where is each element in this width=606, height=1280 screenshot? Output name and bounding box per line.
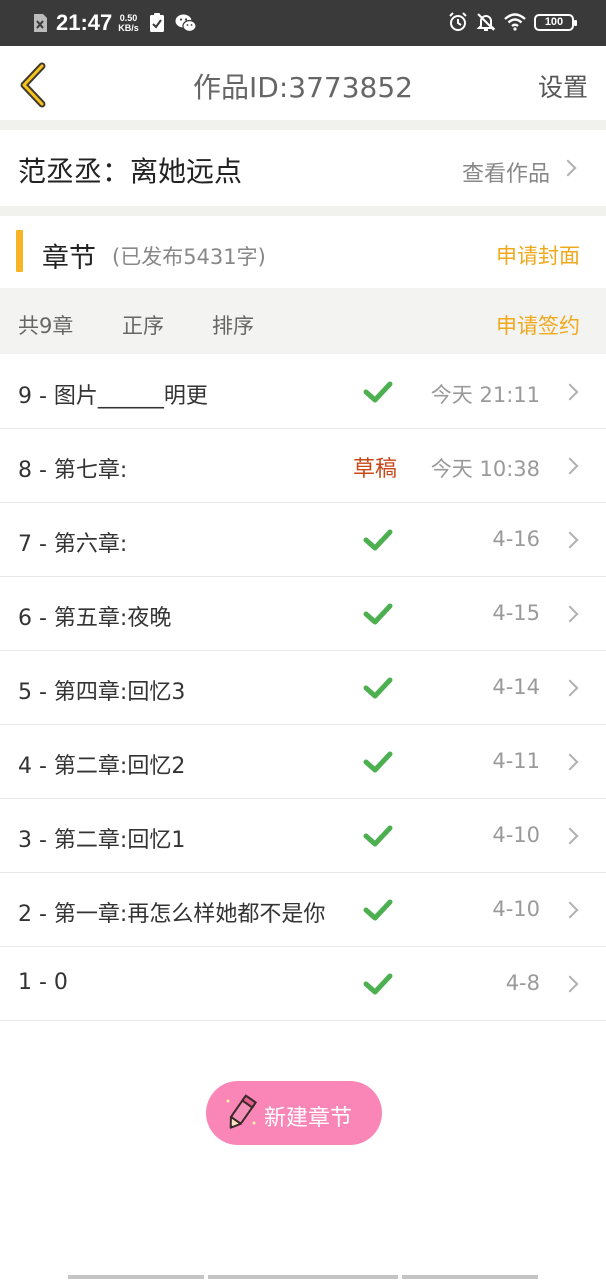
order-button[interactable]: 正序: [122, 310, 164, 340]
chevron-right-icon: [561, 901, 579, 919]
chapter-date: 今天 10:38: [430, 457, 540, 481]
sim-x-icon: [34, 14, 47, 32]
chapter-date: 4-15: [492, 601, 540, 625]
check-icon: [363, 529, 393, 551]
draft-badge: 草稿: [353, 457, 398, 482]
chapter-toolbar: 共9章 正序 排序 申请签约: [0, 288, 606, 354]
apply-sign-button[interactable]: 申请签约: [496, 310, 580, 340]
chevron-right-icon: [561, 679, 579, 697]
chapter-title: 1 - 0: [18, 970, 68, 995]
page-title: 作品ID:3773852: [193, 71, 413, 104]
divider: [0, 206, 606, 216]
new-chapter-label: 新建章节: [264, 1106, 353, 1131]
chevron-right-icon: [561, 827, 579, 845]
check-icon: [363, 677, 393, 699]
chapter-title: 5 - 第四章:回忆3: [18, 680, 186, 705]
check-icon: [363, 973, 393, 995]
clock: 21:47: [56, 10, 113, 35]
chevron-right-icon: [561, 531, 579, 549]
check-icon: [363, 825, 393, 847]
chapter-row[interactable]: 2 - 第一章:再怎么样她都不是你 4-10: [0, 873, 606, 947]
chevron-right-icon: [561, 383, 579, 401]
clipboard-check-icon: [149, 13, 164, 32]
chapters-title: 章节: [42, 243, 96, 274]
chapter-date: 4-8: [505, 971, 540, 995]
check-icon: [363, 899, 393, 921]
chevron-right-icon: [561, 975, 579, 993]
pencil-icon: [226, 1094, 258, 1129]
nav-bar-segment: [68, 1275, 204, 1279]
check-icon: [363, 751, 393, 773]
battery-icon: 100: [534, 13, 577, 31]
chapter-date: 4-14: [492, 675, 540, 699]
chapter-title: 7 - 第六章:: [18, 532, 128, 557]
chapter-date: 4-10: [492, 897, 540, 921]
nav-bar-segment: [208, 1275, 398, 1279]
chapter-title: 3 - 第二章:回忆1: [18, 828, 186, 853]
wechat-icon: [175, 14, 197, 33]
chapter-row[interactable]: 5 - 第四章:回忆3 4-14: [0, 651, 606, 725]
chapter-list: 9 - 图片______明更 今天 21:11 8 - 第七章: 草稿 今天 1…: [0, 355, 606, 1021]
chapter-row[interactable]: 9 - 图片______明更 今天 21:11: [0, 355, 606, 429]
nav-bar-segment: [402, 1275, 538, 1279]
chapter-date: 4-10: [492, 823, 540, 847]
work-title: 范丞丞：离她远点: [18, 155, 243, 188]
alarm-icon: [449, 12, 467, 31]
chapter-row[interactable]: 4 - 第二章:回忆2 4-11: [0, 725, 606, 799]
work-info-row[interactable]: 范丞丞：离她远点 查看作品: [0, 130, 606, 206]
apply-cover-button[interactable]: 申请封面: [496, 240, 580, 270]
chapters-header: 章节 (已发布5431字) 申请封面: [0, 216, 606, 288]
chevron-right-icon: [559, 159, 577, 177]
accent-bar: [16, 230, 23, 272]
chevron-right-icon: [561, 605, 579, 623]
check-icon: [363, 381, 393, 403]
chevron-right-icon: [561, 457, 579, 475]
view-works-link[interactable]: 查看作品: [462, 156, 550, 188]
sort-button[interactable]: 排序: [212, 310, 254, 340]
check-icon: [363, 603, 393, 625]
divider: [0, 120, 606, 130]
wifi-icon: [504, 13, 526, 31]
chapter-count: 共9章: [18, 314, 74, 338]
chevron-right-icon: [561, 753, 579, 771]
chapter-row[interactable]: 6 - 第五章:夜晚 4-15: [0, 577, 606, 651]
new-chapter-button[interactable]: 新建章节: [206, 1081, 382, 1145]
settings-button[interactable]: 设置: [538, 68, 588, 104]
chapter-row[interactable]: 3 - 第二章:回忆1 4-10: [0, 799, 606, 873]
app-header: 作品ID:3773852 设置: [0, 46, 606, 124]
published-word-count: (已发布5431字): [112, 245, 266, 269]
chapter-row[interactable]: 8 - 第七章: 草稿 今天 10:38: [0, 429, 606, 503]
chapter-row[interactable]: 7 - 第六章: 4-16: [0, 503, 606, 577]
chapter-date: 4-16: [492, 527, 540, 551]
chapter-title: 9 - 图片______明更: [18, 384, 208, 409]
chapter-row[interactable]: 1 - 0 4-8: [0, 947, 606, 1021]
network-speed: 0.50 KB/s: [118, 13, 139, 33]
bell-off-icon: [476, 13, 496, 31]
chapter-date: 今天 21:11: [430, 383, 540, 407]
chapter-title: 4 - 第二章:回忆2: [18, 754, 186, 779]
chapter-title: 8 - 第七章:: [18, 458, 128, 483]
chapter-date: 4-11: [492, 749, 540, 773]
chapter-title: 6 - 第五章:夜晚: [18, 606, 172, 631]
chapter-title: 2 - 第一章:再怎么样她都不是你: [18, 902, 326, 927]
status-bar: 21:47 0.50 KB/s 100: [0, 0, 606, 46]
